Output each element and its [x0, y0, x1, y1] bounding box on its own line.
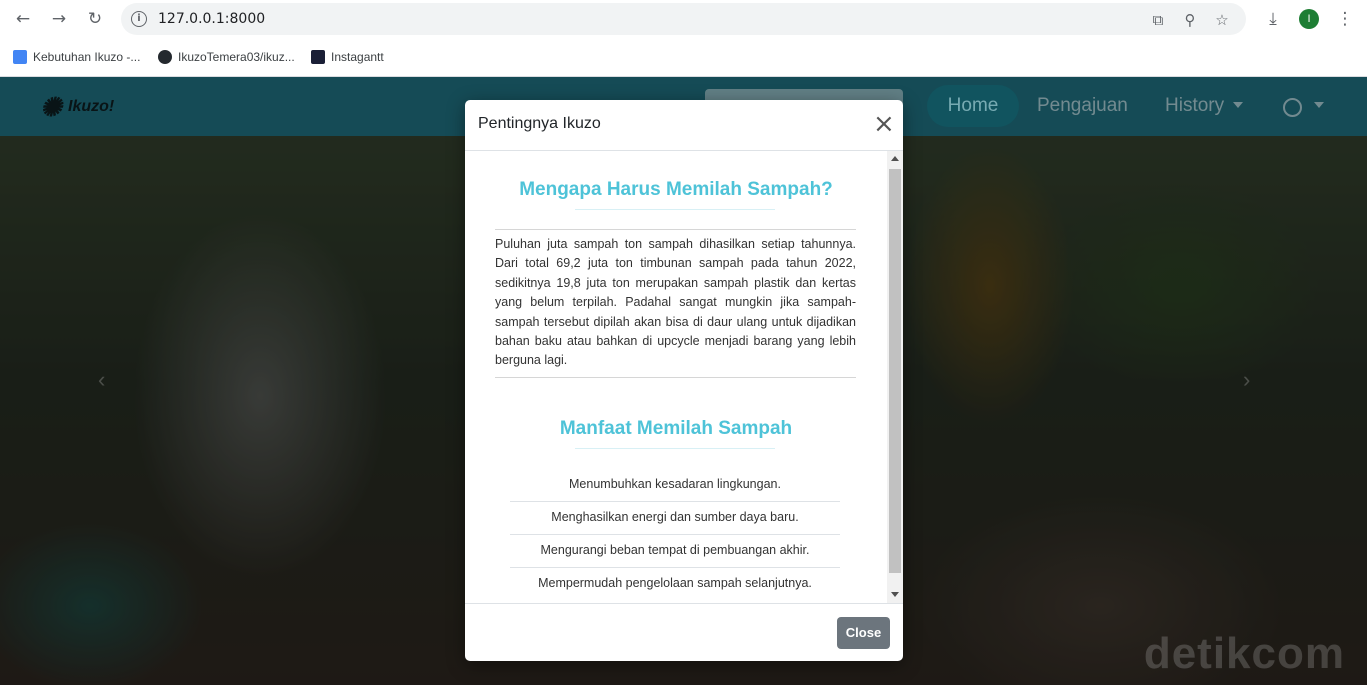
benefit-item: Mempermudah pengelolaan sampah selanjutn…: [538, 576, 812, 590]
modal-body: Mengapa Harus Memilah Sampah? Puluhan ju…: [465, 151, 887, 603]
scroll-up-icon[interactable]: [891, 156, 899, 161]
profile-avatar[interactable]: I: [1299, 9, 1319, 29]
browser-toolbar: ← → ↻ i 127.0.0.1:8000 ⧉ ⚲ ☆ ⤓ I ⋮: [0, 0, 1367, 38]
back-icon[interactable]: ←: [13, 9, 33, 29]
bookmarks-bar: Kebutuhan Ikuzo -... IkuzoTemera03/ikuz.…: [0, 38, 1367, 77]
bookmark-label: Kebutuhan Ikuzo -...: [33, 50, 141, 64]
close-button[interactable]: Close: [837, 617, 890, 649]
bookmark-label: Instagantt: [331, 50, 384, 64]
instagantt-icon: [311, 50, 325, 64]
docs-icon: [13, 50, 27, 64]
close-icon[interactable]: ×: [873, 111, 895, 137]
reload-icon[interactable]: ↻: [85, 9, 105, 29]
modal-footer: Close: [465, 603, 903, 662]
bookmark-kebutuhan[interactable]: Kebutuhan Ikuzo -...: [13, 48, 140, 66]
zoom-icon[interactable]: ⚲: [1181, 11, 1199, 29]
bookmark-instagantt[interactable]: Instagantt: [311, 48, 384, 66]
heading-underline: [575, 209, 775, 210]
scrollbar-thumb[interactable]: [889, 169, 901, 573]
divider: [495, 229, 856, 230]
modal-scrollbar[interactable]: [887, 151, 903, 603]
bookmark-label: IkuzoTemera03/ikuz...: [178, 50, 295, 64]
url-text[interactable]: 127.0.0.1:8000: [158, 11, 265, 27]
scroll-down-icon[interactable]: [891, 592, 899, 597]
modal-header: Pentingnya Ikuzo ×: [465, 100, 903, 151]
info-modal: Pentingnya Ikuzo × Mengapa Harus Memilah…: [465, 100, 903, 661]
section-heading-benefits: Manfaat Memilah Sampah: [559, 418, 793, 439]
forward-icon[interactable]: →: [49, 9, 69, 29]
download-icon[interactable]: ⤓: [1263, 9, 1283, 29]
why-paragraph: Puluhan juta sampah ton sampah dihasilka…: [495, 237, 856, 368]
benefit-item: Menghasilkan energi dan sumber daya baru…: [510, 501, 840, 535]
heading-underline: [575, 448, 775, 449]
benefit-item: Menumbuhkan kesadaran lingkungan.: [510, 468, 840, 502]
bookmark-github[interactable]: IkuzoTemera03/ikuz...: [158, 48, 295, 66]
bookmark-star-icon[interactable]: ☆: [1213, 11, 1231, 29]
modal-title: Pentingnya Ikuzo: [478, 115, 601, 132]
site-info-icon[interactable]: i: [131, 11, 147, 27]
github-icon: [158, 50, 172, 64]
address-bar[interactable]: i 127.0.0.1:8000 ⧉ ⚲ ☆: [121, 3, 1246, 35]
divider: [495, 377, 856, 378]
menu-kebab-icon[interactable]: ⋮: [1335, 9, 1355, 29]
benefit-item: Mengurangi beban tempat di pembuangan ak…: [510, 534, 840, 568]
section-heading-why: Mengapa Harus Memilah Sampah?: [519, 179, 833, 200]
translate-icon[interactable]: ⧉: [1149, 11, 1167, 29]
